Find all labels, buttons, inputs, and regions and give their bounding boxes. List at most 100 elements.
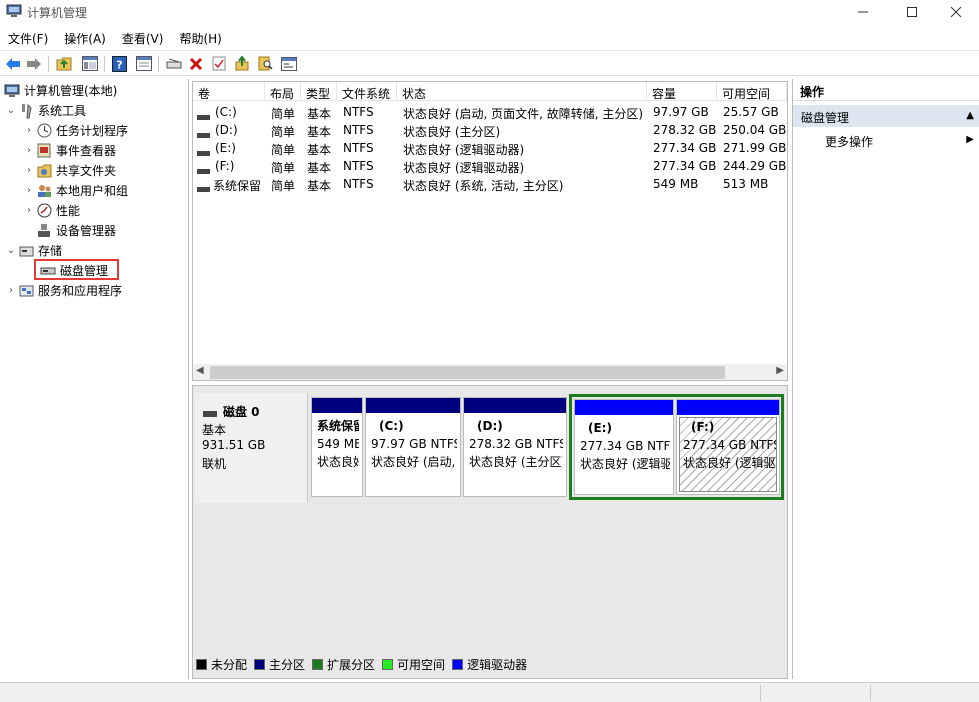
column-header-free-space[interactable]: 可用空间 [717, 82, 787, 101]
partition-name: (C:) [379, 419, 404, 433]
disk-info[interactable]: 磁盘 0 基本 931.51 GB 联机 [195, 393, 308, 503]
chevron-right-icon[interactable]: › [22, 165, 36, 176]
partition-bar [677, 400, 779, 415]
column-header-capacity[interactable]: 容量 [647, 82, 717, 101]
table-row[interactable]: (F:) 简单 基本 NTFS 状态良好 (逻辑驱动器) 277.34 GB 2… [193, 157, 787, 175]
partition-status: 状态良好 (启动, 页面文件, 故障转储, 主分区) [371, 455, 457, 469]
partition-system-reserved[interactable]: 系统保留 549 MB NTFS 状态良好 (系统, 活动, 主分区) [311, 397, 363, 497]
tree-item-shared-folders[interactable]: › 共享文件夹 [22, 161, 116, 180]
tree-item-performance[interactable]: › 性能 [22, 201, 80, 220]
submenu-arrow-icon: ▶ [966, 134, 974, 145]
chevron-right-icon[interactable]: › [22, 125, 36, 136]
delete-icon[interactable] [186, 54, 205, 73]
column-header-layout[interactable]: 布局 [265, 82, 301, 101]
scroll-right-icon[interactable]: ▶ [776, 365, 784, 376]
chevron-right-icon[interactable]: › [22, 205, 36, 216]
users-icon [36, 183, 52, 199]
chevron-right-icon[interactable]: › [22, 185, 36, 196]
cell-free-space: 244.29 GB [723, 159, 787, 173]
column-header-filesystem[interactable]: 文件系统 [337, 82, 397, 101]
show-hide-tree-icon[interactable] [80, 54, 99, 73]
legend-item: 逻辑驱动器 [452, 656, 527, 673]
back-icon[interactable] [3, 54, 22, 73]
menu-view[interactable]: 查看(V) [114, 26, 172, 48]
legend-label: 未分配 [211, 657, 248, 672]
search-icon[interactable] [256, 54, 275, 73]
cell-volume: (D:) [215, 123, 238, 137]
tree-item-task-scheduler[interactable]: › 任务计划程序 [22, 121, 128, 140]
chevron-right-icon[interactable]: › [22, 145, 36, 156]
partition-bar [575, 400, 673, 415]
maximize-button[interactable] [889, 0, 935, 24]
table-row[interactable]: (D:) 简单 基本 NTFS 状态良好 (主分区) 278.32 GB 250… [193, 121, 787, 139]
collapse-up-icon[interactable]: ▲ [966, 110, 974, 121]
cell-filesystem: NTFS [343, 105, 374, 119]
menu-help[interactable]: 帮助(H) [171, 26, 229, 48]
forward-icon[interactable] [24, 54, 43, 73]
chevron-down-icon[interactable]: ⌄ [4, 245, 18, 256]
computer-icon [4, 83, 20, 99]
disk-size: 931.51 GB [202, 438, 266, 452]
check-icon[interactable] [209, 54, 228, 73]
cell-layout: 简单 [271, 125, 296, 139]
export-icon[interactable] [232, 54, 251, 73]
legend-item: 未分配 [196, 656, 247, 673]
partition-d[interactable]: (D:) 278.32 GB NTFS 状态良好 (主分区) [463, 397, 567, 497]
status-separator [870, 685, 871, 701]
tree-item-root[interactable]: 计算机管理(本地) [4, 81, 117, 100]
tree-item-device-manager[interactable]: 设备管理器 [36, 221, 116, 240]
partition-bar [464, 398, 566, 413]
table-row[interactable]: 系统保留 简单 基本 NTFS 状态良好 (系统, 活动, 主分区) 549 M… [193, 175, 787, 193]
tree-item-event-viewer[interactable]: › 事件查看器 [22, 141, 116, 160]
cell-volume: 系统保留 [213, 179, 262, 193]
tree-item-system-tools[interactable]: ⌄ 系统工具 [4, 101, 86, 120]
partition-info: (F:) 277.34 GB NTFS 状态良好 (逻辑驱动器) [679, 417, 777, 492]
table-row[interactable]: (E:) 简单 基本 NTFS 状态良好 (逻辑驱动器) 277.34 GB 2… [193, 139, 787, 157]
actions-section-disk-management[interactable]: 磁盘管理 ▲ [793, 105, 979, 127]
shared-folder-icon [36, 163, 52, 179]
more-actions-item[interactable]: 更多操作 ▶ [793, 130, 979, 150]
chevron-right-icon[interactable]: › [4, 285, 18, 296]
menu-action[interactable]: 操作(A) [56, 26, 114, 48]
disk-name: 磁盘 0 [223, 405, 260, 419]
status-bar [0, 682, 979, 702]
column-header-type[interactable]: 类型 [301, 82, 337, 101]
partition-size: 278.32 GB NTFS [469, 437, 563, 451]
up-folder-icon[interactable] [54, 54, 73, 73]
title-bar: 计算机管理 [0, 0, 979, 24]
chevron-down-icon[interactable]: ⌄ [4, 105, 18, 116]
console-icon[interactable] [279, 54, 298, 73]
actions-pane: 操作 磁盘管理 ▲ 更多操作 ▶ [792, 79, 979, 679]
close-button[interactable] [933, 0, 979, 24]
legend-item: 可用空间 [382, 656, 445, 673]
table-row[interactable]: (C:) 简单 基本 NTFS 状态良好 (启动, 页面文件, 故障转储, 主分… [193, 103, 787, 121]
horizontal-scrollbar[interactable]: ◀ ▶ [193, 364, 787, 380]
scroll-left-icon[interactable]: ◀ [196, 365, 204, 376]
toolbar-separator [104, 56, 105, 72]
tree-item-services[interactable]: › 服务和应用程序 [4, 281, 122, 300]
scrollbar-thumb[interactable] [210, 366, 725, 379]
column-header-status[interactable]: 状态 [397, 82, 647, 101]
menu-file[interactable]: 文件(F) [0, 26, 56, 48]
legend-item: 主分区 [254, 656, 305, 673]
minimize-button[interactable] [840, 0, 886, 24]
partition-c[interactable]: (C:) 97.97 GB NTFS 状态良好 (启动, 页面文件, 故障转储,… [365, 397, 461, 497]
volume-list: 卷 布局 类型 文件系统 状态 容量 可用空间 (C:) 简单 基本 NTFS … [192, 81, 788, 381]
tree-label: 共享文件夹 [56, 164, 117, 178]
partition-name: 系统保留 [317, 419, 359, 433]
column-header-volume[interactable]: 卷 [193, 82, 265, 101]
help-icon[interactable]: ? [110, 54, 129, 73]
partition-e[interactable]: (E:) 277.34 GB NTFS 状态良好 (逻辑驱动器) [574, 399, 674, 495]
tools-icon [18, 103, 34, 119]
cell-volume: (C:) [215, 105, 237, 119]
partition-f[interactable]: (F:) 277.34 GB NTFS 状态良好 (逻辑驱动器) [676, 399, 780, 495]
disk-map: 磁盘 0 基本 931.51 GB 联机 系统保留 549 MB NTFS 状态… [192, 385, 788, 679]
tree-item-storage[interactable]: ⌄ 存储 [4, 241, 62, 260]
connect-disk-icon[interactable] [164, 54, 183, 73]
tree-item-local-users[interactable]: › 本地用户和组 [22, 181, 128, 200]
properties-view-icon[interactable] [134, 54, 153, 73]
cell-volume: (F:) [215, 159, 235, 173]
cell-type: 基本 [307, 179, 332, 193]
cell-layout: 简单 [271, 161, 296, 175]
tree-label: 计算机管理(本地) [24, 84, 118, 98]
